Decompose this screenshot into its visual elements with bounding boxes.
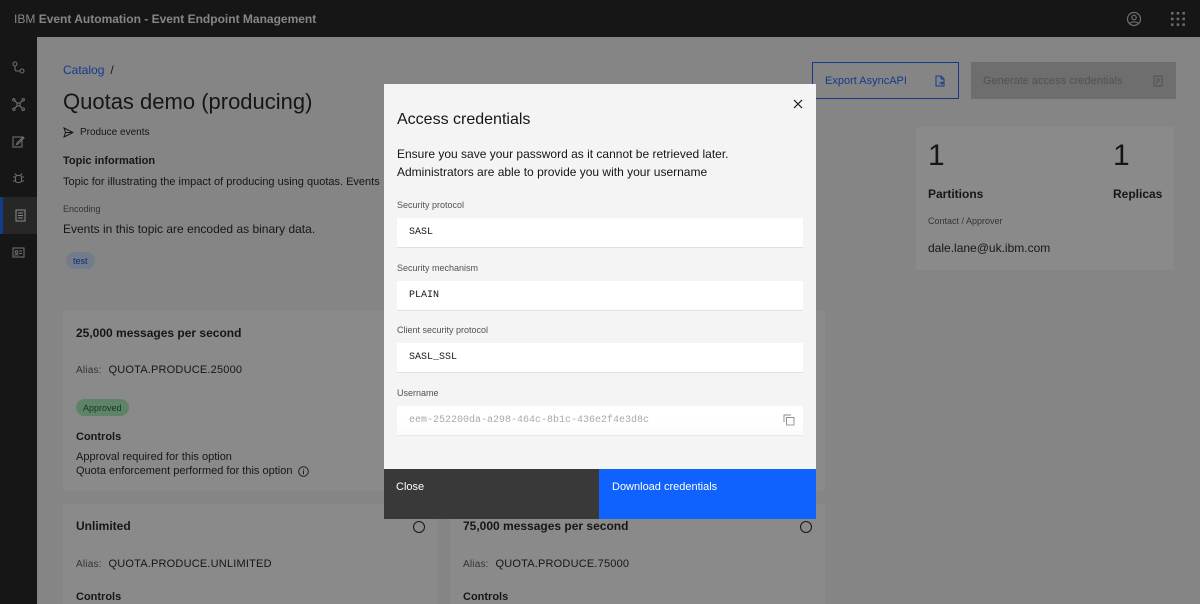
modal-description-line2: Administrators are able to provide you w…	[397, 165, 708, 179]
download-credentials-button[interactable]: Download credentials	[599, 469, 816, 519]
modal-description-line1: Ensure you save your password as it cann…	[397, 147, 729, 161]
modal-description: Ensure you save your password as it cann…	[397, 145, 797, 181]
client-security-protocol-label: Client security protocol	[397, 325, 489, 335]
security-protocol-field[interactable]: SASL	[397, 218, 803, 248]
modal-footer: Close Download credentials	[384, 469, 816, 519]
security-mechanism-field[interactable]: PLAIN	[397, 281, 803, 311]
client-security-protocol-field[interactable]: SASL_SSL	[397, 343, 803, 373]
close-button[interactable]: Close	[384, 469, 599, 519]
modal-title: Access credentials	[397, 111, 531, 128]
modal-close-button[interactable]	[788, 94, 808, 114]
access-credentials-modal: Access credentials Ensure you save your …	[384, 84, 816, 519]
scroll-fade	[384, 419, 816, 469]
security-mechanism-label: Security mechanism	[397, 263, 479, 273]
username-label: Username	[397, 388, 439, 398]
close-icon	[793, 99, 803, 109]
security-protocol-label: Security protocol	[397, 200, 465, 210]
